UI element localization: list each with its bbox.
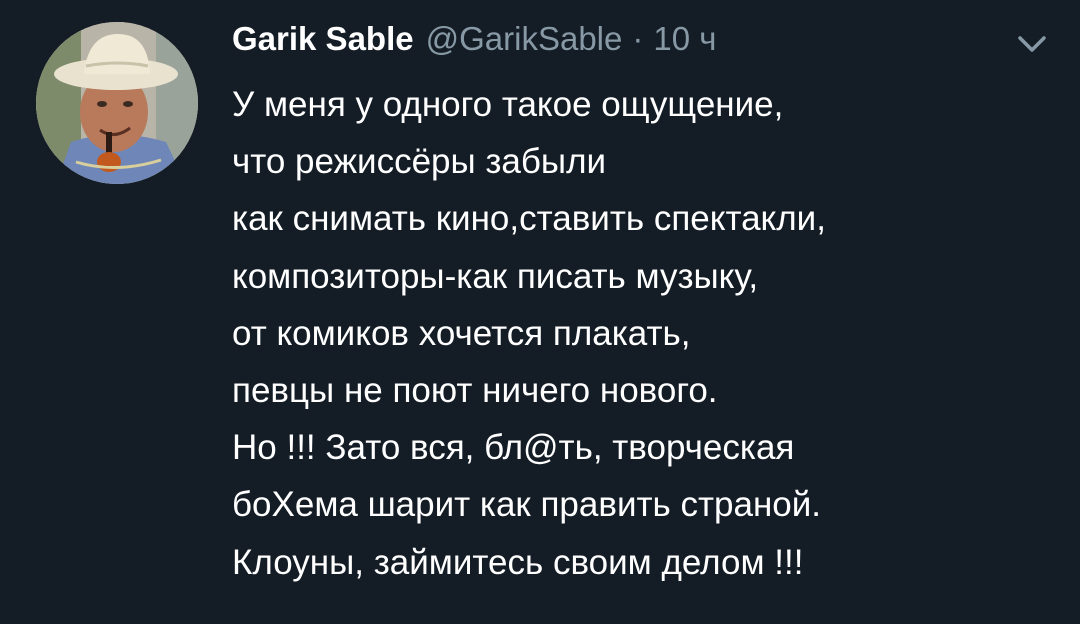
- tweet-text-line: У меня у одного такое ощущение,: [232, 85, 784, 124]
- tweet-text-line: от комиков хочется плакать,: [232, 313, 691, 353]
- separator-dot: ·: [632, 20, 644, 57]
- avatar-photo: [36, 22, 198, 184]
- tweet-text-line: что режиссёры забыли: [232, 142, 607, 182]
- tweet-text-line: Но !!! Зато вся, бл@ть, творческая: [232, 428, 795, 468]
- avatar[interactable]: [36, 22, 198, 184]
- tweet-text-line: Клоуны, займитесь своим делом !!!: [232, 542, 804, 582]
- tweet-text-line: композиторы-как писать музыку,: [232, 256, 759, 296]
- tweet-text: У меня у одного такое ощущение, что режи…: [232, 76, 1062, 591]
- author-name[interactable]: Garik Sable: [232, 20, 414, 58]
- tweet-text-line: как снимать кино,ставить спектакли,: [232, 199, 826, 239]
- tweet-text-line: певцы не поют ничего нового.: [232, 371, 718, 411]
- tweet-timestamp[interactable]: 10 ч: [653, 20, 716, 58]
- author-handle[interactable]: @GarikSable: [426, 20, 623, 58]
- tweet: Garik Sable @GarikSable · 10 ч У меня у …: [0, 0, 1080, 624]
- tweet-text-line: боХема шарит как править страной.: [232, 485, 822, 525]
- tweet-header: Garik Sable @GarikSable · 10 ч: [232, 20, 716, 68]
- chevron-down-icon[interactable]: [1012, 30, 1052, 58]
